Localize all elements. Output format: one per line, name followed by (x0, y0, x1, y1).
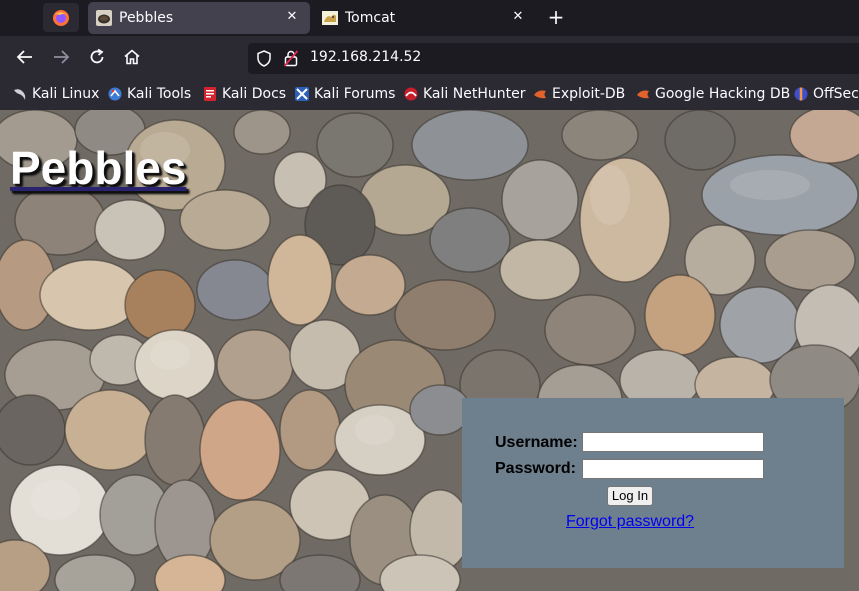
bookmark-label: OffSec (813, 86, 859, 102)
bookmarks-toolbar: Kali Linux Kali Tools Kali Docs Kali For… (0, 78, 859, 110)
bookmark-kali-docs[interactable]: Kali Docs (203, 85, 286, 103)
exploit-db-icon (534, 90, 546, 99)
address-bar[interactable]: 192.168.214.52 (248, 43, 859, 74)
bookmark-exploit-db[interactable]: Exploit-DB (533, 85, 625, 103)
kali-dragon-icon (14, 89, 26, 100)
bookmark-kali-nethunter[interactable]: Kali NetHunter (404, 85, 525, 103)
firefox-icon (53, 9, 69, 26)
reload-icon (90, 48, 104, 64)
arrow-right-icon (54, 50, 70, 64)
back-button[interactable] (13, 45, 37, 69)
tracking-protection-shield-icon[interactable] (256, 50, 272, 67)
navigation-toolbar: 192.168.214.52 (0, 36, 859, 78)
tab-label: Tomcat (345, 10, 396, 26)
bookmark-label: Kali Tools (127, 86, 192, 102)
username-label: Username: (495, 434, 578, 451)
log-in-button[interactable]: Log In (607, 486, 653, 506)
bookmark-label: Kali Linux (32, 86, 100, 102)
url-text[interactable]: 192.168.214.52 (310, 49, 421, 65)
tab-bar: Pebbles ✕ Tomcat ✕ + (0, 0, 859, 36)
ghdb-icon (637, 90, 649, 99)
page-title[interactable]: Pebbles (10, 145, 186, 191)
tab-label: Pebbles (119, 10, 174, 26)
close-tab-icon[interactable]: ✕ (284, 9, 300, 25)
tab-tomcat[interactable]: Tomcat ✕ (314, 2, 536, 34)
tomcat-favicon-icon (322, 11, 338, 25)
close-tab-icon[interactable]: ✕ (510, 9, 526, 25)
password-label: Password: (495, 460, 576, 477)
forgot-password-link[interactable]: Forgot password? (566, 513, 694, 531)
username-input[interactable] (582, 432, 764, 452)
insecure-lock-icon[interactable] (284, 50, 298, 67)
kali-tools-icon (108, 87, 122, 101)
pebbles-favicon-icon (96, 10, 112, 26)
arrow-left-icon (16, 50, 32, 64)
bookmark-kali-linux[interactable]: Kali Linux (13, 85, 99, 103)
home-button[interactable] (120, 45, 144, 69)
home-icon (124, 49, 140, 65)
login-panel: Username: Password: Log In Forgot passwo… (462, 398, 844, 568)
bookmark-label: Kali NetHunter (423, 86, 526, 102)
bookmark-offsec[interactable]: OffSec (794, 85, 859, 103)
bookmark-kali-tools[interactable]: Kali Tools (108, 85, 191, 103)
reload-button[interactable] (85, 45, 109, 69)
bookmark-label: Kali Docs (222, 86, 287, 102)
bookmark-google-hacking-db[interactable]: Google Hacking DB (636, 85, 790, 103)
firefox-view-button[interactable] (43, 3, 79, 32)
kali-docs-icon (204, 87, 216, 101)
tab-pebbles[interactable]: Pebbles ✕ (88, 2, 310, 34)
bookmark-label: Google Hacking DB (655, 86, 791, 102)
bookmark-kali-forums[interactable]: Kali Forums (295, 85, 395, 103)
bookmark-label: Kali Forums (314, 86, 396, 102)
page-viewport: Pebbles Username: Password: Log In Forgo… (0, 110, 859, 591)
bookmark-label: Exploit-DB (552, 86, 626, 102)
forward-button[interactable] (49, 45, 73, 69)
new-tab-button[interactable]: + (544, 5, 568, 29)
kali-nethunter-icon (404, 87, 418, 101)
offsec-icon (794, 87, 808, 101)
kali-forums-icon (295, 87, 309, 101)
password-input[interactable] (582, 459, 764, 479)
